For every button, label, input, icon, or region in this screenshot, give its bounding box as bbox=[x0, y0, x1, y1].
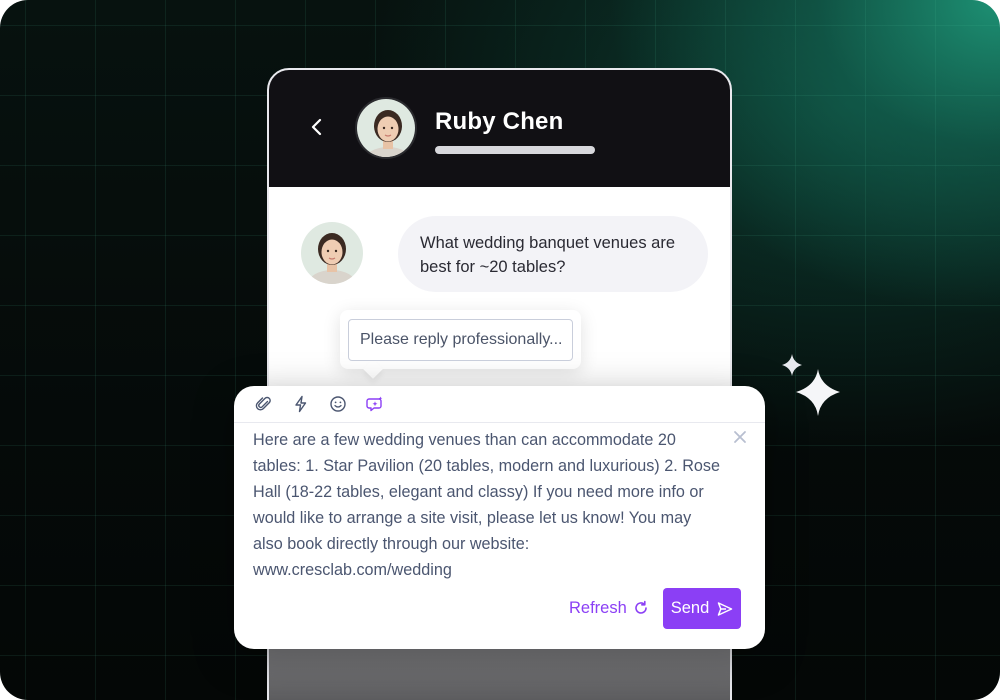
contact-name: Ruby Chen bbox=[435, 108, 564, 135]
emoji-icon[interactable] bbox=[329, 395, 347, 413]
send-label: Send bbox=[670, 599, 710, 617]
refresh-button[interactable]: Refresh bbox=[569, 597, 649, 619]
customer-message-bubble: What wedding banquet venues are best for… bbox=[398, 216, 708, 292]
refresh-icon bbox=[635, 600, 647, 614]
contact-status-placeholder bbox=[435, 146, 595, 154]
close-composer-button[interactable] bbox=[733, 430, 747, 444]
prompt-input[interactable] bbox=[348, 319, 573, 361]
contact-avatar bbox=[355, 97, 417, 159]
chat-header: Ruby Chen bbox=[269, 70, 730, 187]
back-button[interactable] bbox=[305, 115, 329, 139]
background-canvas: Ruby Chen What wedding banquet venues ar… bbox=[0, 0, 1000, 700]
refresh-label: Refresh bbox=[569, 598, 627, 617]
composer-toolbar bbox=[234, 386, 765, 423]
lightning-icon[interactable] bbox=[292, 395, 310, 413]
sparkle-icon bbox=[782, 354, 840, 416]
customer-avatar bbox=[301, 222, 363, 284]
reply-composer: Here are a few wedding venues than can a… bbox=[234, 386, 765, 649]
prompt-popover bbox=[340, 310, 581, 369]
ai-assist-icon[interactable] bbox=[366, 395, 384, 413]
chevron-left-icon bbox=[311, 118, 322, 136]
close-icon bbox=[734, 431, 746, 443]
ai-reply-text[interactable]: Here are a few wedding venues than can a… bbox=[253, 427, 723, 583]
send-icon bbox=[718, 601, 733, 616]
send-button[interactable]: Send bbox=[663, 588, 741, 629]
paperclip-icon[interactable] bbox=[255, 395, 273, 413]
